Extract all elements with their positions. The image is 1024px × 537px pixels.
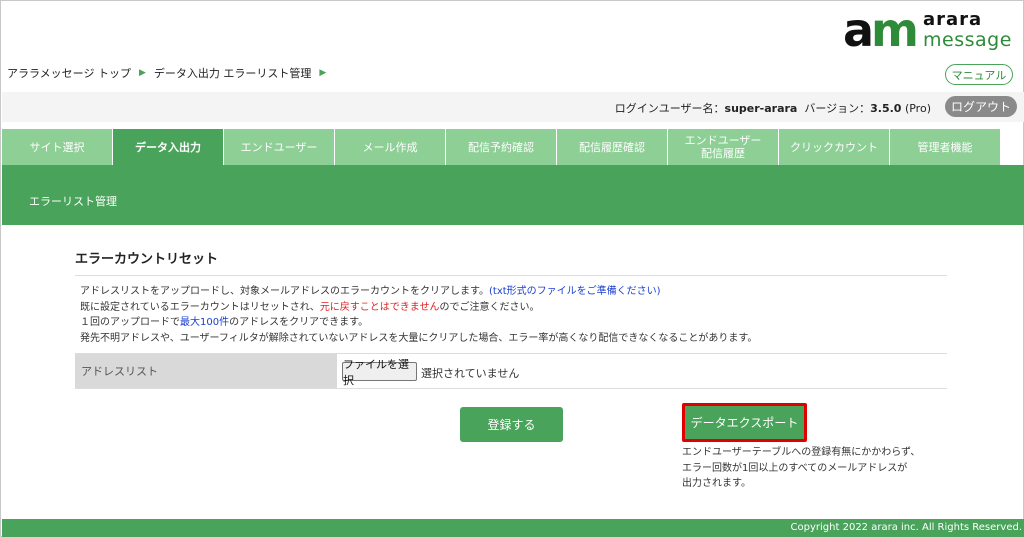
logo-word-message: message <box>923 29 1012 51</box>
chevron-right-icon: ▶ <box>319 68 327 78</box>
copyright-text: Copyright 2022 arara inc. All Rights Res… <box>790 522 1022 533</box>
breadcrumb-item-current: データ入出力 エラーリスト管理 <box>153 67 312 80</box>
tab-data-io[interactable]: データ入出力 <box>113 129 224 165</box>
tab-click-count[interactable]: クリックカウント <box>779 129 890 165</box>
tab-site-select[interactable]: サイト選択 <box>2 129 113 165</box>
export-note: エンドユーザーテーブルへの登録有無にかかわらず、 エラー回数が1回以上のすべての… <box>682 447 921 489</box>
logo-word-arara: arara <box>923 9 983 30</box>
address-list-row: アドレスリスト ファイルを選択 選択されていません <box>75 353 947 389</box>
file-format-note: (txt形式のファイルをご準備ください) <box>489 286 661 297</box>
address-list-label: アドレスリスト <box>75 354 337 388</box>
arara-message-logo[interactable]: am arara message <box>843 7 1018 55</box>
tab-scheduled-delivery[interactable]: 配信予約確認 <box>446 129 557 165</box>
breadcrumb: アララメッセージ トップ ▶ データ入出力 エラーリスト管理 ▶ <box>7 65 334 81</box>
logo-mark: am <box>843 3 919 57</box>
tab-end-user-delivery-history[interactable]: エンドユーザー 配信履歴 <box>668 129 779 165</box>
footer: Copyright 2022 arara inc. All Rights Res… <box>2 519 1024 537</box>
tab-end-users[interactable]: エンドユーザー <box>224 129 335 165</box>
file-status-text: 選択されていません <box>421 367 520 380</box>
register-button[interactable]: 登録する <box>460 407 563 442</box>
manual-button[interactable]: マニュアル <box>945 64 1013 85</box>
app-window: am arara message アララメッセージ トップ ▶ データ入出力 エ… <box>0 0 1024 537</box>
section-header: エラーリスト管理 <box>2 165 1024 225</box>
max-count-note: 最大100件 <box>180 317 230 328</box>
chevron-right-icon: ▶ <box>138 68 146 78</box>
description: アドレスリストをアップロードし、対象メールアドレスのエラーカウントをクリアします… <box>80 286 758 344</box>
irreversible-warning: 元に戻すことはできません <box>319 301 440 313</box>
logout-button[interactable]: ログアウト <box>945 96 1017 117</box>
page-title: エラーカウントリセット <box>75 252 219 267</box>
tab-admin[interactable]: 管理者機能 <box>890 129 1001 165</box>
section-title[interactable]: エラーリスト管理 <box>29 193 117 209</box>
tab-mail-compose[interactable]: メール作成 <box>335 129 446 165</box>
data-export-button[interactable]: データエクスポート <box>682 403 807 442</box>
user-info: ログインユーザー名：super-arara バージョン：3.5.0 (Pro) <box>614 102 931 115</box>
breadcrumb-item-top[interactable]: アララメッセージ トップ <box>7 65 131 81</box>
tab-delivery-history[interactable]: 配信履歴確認 <box>557 129 668 165</box>
version-number: 3.5.0 <box>870 102 902 115</box>
user-name: super-arara <box>724 102 798 115</box>
file-select-button[interactable]: ファイルを選択 <box>342 358 417 387</box>
main-nav-tabs: サイト選択 データ入出力 エンドユーザー メール作成 配信予約確認 配信履歴確認… <box>2 129 1002 165</box>
divider <box>75 275 947 276</box>
